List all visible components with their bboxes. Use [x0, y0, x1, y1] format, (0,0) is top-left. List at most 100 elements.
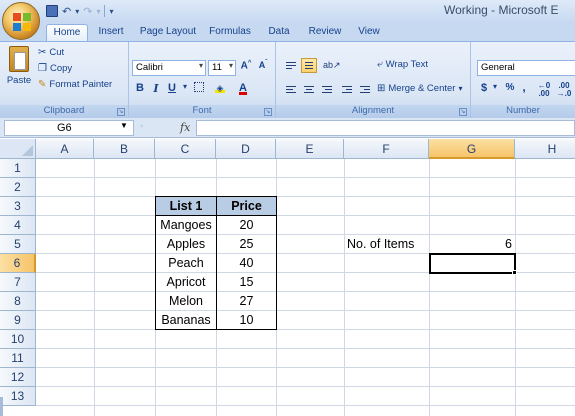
table-header-list[interactable]: List 1	[156, 197, 216, 216]
gridline	[429, 159, 430, 416]
cut-button[interactable]: ✂ Cut	[38, 47, 64, 58]
items-count-value[interactable]: 6	[430, 235, 515, 254]
redo-icon[interactable]: ↷	[83, 5, 92, 18]
gridline	[36, 177, 575, 178]
tab-formulas[interactable]: Formulas	[205, 24, 255, 41]
grow-font-button[interactable]: A^	[238, 60, 254, 77]
insert-function-icon[interactable]: fx	[180, 121, 190, 134]
paste-button[interactable]: Paste	[4, 46, 34, 98]
column-header-b[interactable]: B	[94, 139, 155, 159]
decrease-decimal-icon[interactable]: .00 →.0	[555, 82, 573, 99]
fill-color-button[interactable]: ◈	[210, 82, 230, 99]
tab-data[interactable]: Data	[263, 24, 295, 41]
comma-style-button[interactable]: ,	[519, 80, 529, 97]
table-cell-item[interactable]: Peach	[156, 254, 216, 273]
office-button[interactable]	[2, 2, 40, 40]
clipboard-dialog-launcher-icon[interactable]: ↘	[117, 108, 125, 116]
align-left-icon[interactable]	[283, 82, 299, 97]
increase-indent-icon[interactable]	[357, 82, 373, 97]
wrap-text-button[interactable]: ⤶ Wrap Text	[377, 59, 428, 70]
table-cell-price[interactable]: 20	[217, 216, 276, 235]
redo-dropdown-icon[interactable]: ▾	[96, 7, 100, 16]
column-header-e[interactable]: E	[276, 139, 344, 159]
column-header-h[interactable]: H	[515, 139, 575, 159]
table-cell-price[interactable]: 10	[217, 311, 276, 330]
format-painter-button[interactable]: ✎ Format Painter	[38, 79, 112, 90]
gridline	[36, 215, 575, 216]
resize-grip-icon[interactable]: ◦	[140, 121, 144, 132]
row-header-3[interactable]: 3	[0, 197, 36, 216]
underline-button[interactable]: U	[165, 82, 179, 99]
table-cell-price[interactable]: 40	[217, 254, 276, 273]
row-header-9[interactable]: 9	[0, 311, 36, 330]
undo-dropdown-icon[interactable]: ▾	[75, 7, 79, 16]
table-cell-item[interactable]: Melon	[156, 292, 216, 311]
column-header-c[interactable]: C	[155, 139, 216, 159]
number-format-select[interactable]: General	[477, 60, 575, 76]
select-all-button[interactable]	[0, 139, 36, 159]
number-group-label: Number	[471, 105, 575, 118]
chevron-down-icon[interactable]: ▼	[120, 121, 128, 130]
name-box[interactable]: G6	[4, 120, 134, 136]
borders-button[interactable]	[191, 82, 207, 99]
customize-qat-icon[interactable]: ▾	[109, 7, 113, 16]
decrease-indent-icon[interactable]	[339, 82, 355, 97]
tab-insert[interactable]: Insert	[92, 24, 130, 41]
tab-view[interactable]: View	[353, 24, 385, 41]
merge-center-button[interactable]: ⊞ Merge & Center ▾	[377, 83, 462, 94]
table-header-price[interactable]: Price	[217, 197, 276, 216]
row-header-6[interactable]: 6	[0, 254, 36, 273]
font-dialog-launcher-icon[interactable]: ↘	[264, 108, 272, 116]
tab-page-layout[interactable]: Page Layout	[137, 24, 199, 41]
paintbrush-icon: ✎	[38, 79, 47, 90]
row-header-2[interactable]: 2	[0, 178, 36, 197]
worksheet-grid[interactable]: A B C D E F G H 1 2 3 4 5 6 7 8 9 10 11 …	[0, 139, 575, 416]
row-header-12[interactable]: 12	[0, 368, 36, 387]
table-cell-item[interactable]: Bananas	[156, 311, 216, 330]
undo-icon[interactable]: ↶	[62, 5, 71, 18]
underline-dropdown-icon[interactable]: ▾	[181, 82, 189, 99]
row-header-13[interactable]: 13	[0, 387, 36, 406]
fill-handle[interactable]	[512, 270, 517, 275]
tab-review[interactable]: Review	[303, 24, 347, 41]
row-header-8[interactable]: 8	[0, 292, 36, 311]
orientation-icon[interactable]: ab↗	[320, 58, 341, 73]
bold-button[interactable]: B	[133, 82, 147, 99]
save-icon[interactable]	[46, 5, 58, 17]
items-count-label[interactable]: No. of Items	[347, 235, 429, 254]
row-header-5[interactable]: 5	[0, 235, 36, 254]
italic-button[interactable]: I	[149, 82, 163, 99]
tab-home[interactable]: Home	[46, 24, 88, 41]
align-right-icon[interactable]	[319, 82, 335, 97]
font-name-select[interactable]: Calibri ▾	[132, 60, 206, 76]
currency-button[interactable]: $	[477, 82, 491, 99]
table-cell-price[interactable]: 27	[217, 292, 276, 311]
font-color-button[interactable]: A	[233, 82, 253, 99]
table-cell-price[interactable]: 25	[217, 235, 276, 254]
align-middle-icon[interactable]	[301, 58, 317, 73]
column-header-d[interactable]: D	[216, 139, 276, 159]
row-header-4[interactable]: 4	[0, 216, 36, 235]
align-top-icon[interactable]	[283, 58, 299, 73]
column-header-a[interactable]: A	[36, 139, 94, 159]
table-cell-price[interactable]: 15	[217, 273, 276, 292]
active-cell-g6[interactable]	[429, 253, 516, 274]
currency-dropdown-icon[interactable]: ▾	[491, 82, 499, 99]
table-cell-item[interactable]: Apples	[156, 235, 216, 254]
percent-button[interactable]: %	[503, 82, 517, 99]
row-header-11[interactable]: 11	[0, 349, 36, 368]
column-header-f[interactable]: F	[344, 139, 429, 159]
row-header-7[interactable]: 7	[0, 273, 36, 292]
copy-button[interactable]: ❐ Copy	[38, 63, 72, 74]
table-cell-item[interactable]: Mangoes	[156, 216, 216, 235]
column-header-g[interactable]: G	[429, 139, 515, 159]
table-cell-item[interactable]: Apricot	[156, 273, 216, 292]
row-header-1[interactable]: 1	[0, 159, 36, 178]
row-header-10[interactable]: 10	[0, 330, 36, 349]
shrink-font-button[interactable]: Aˇ	[255, 60, 271, 77]
increase-decimal-icon[interactable]: ←0.00	[535, 82, 553, 99]
font-size-select[interactable]: 11 ▾	[208, 60, 236, 76]
align-center-icon[interactable]	[301, 82, 317, 97]
alignment-dialog-launcher-icon[interactable]: ↘	[459, 108, 467, 116]
formula-input[interactable]	[196, 120, 575, 136]
